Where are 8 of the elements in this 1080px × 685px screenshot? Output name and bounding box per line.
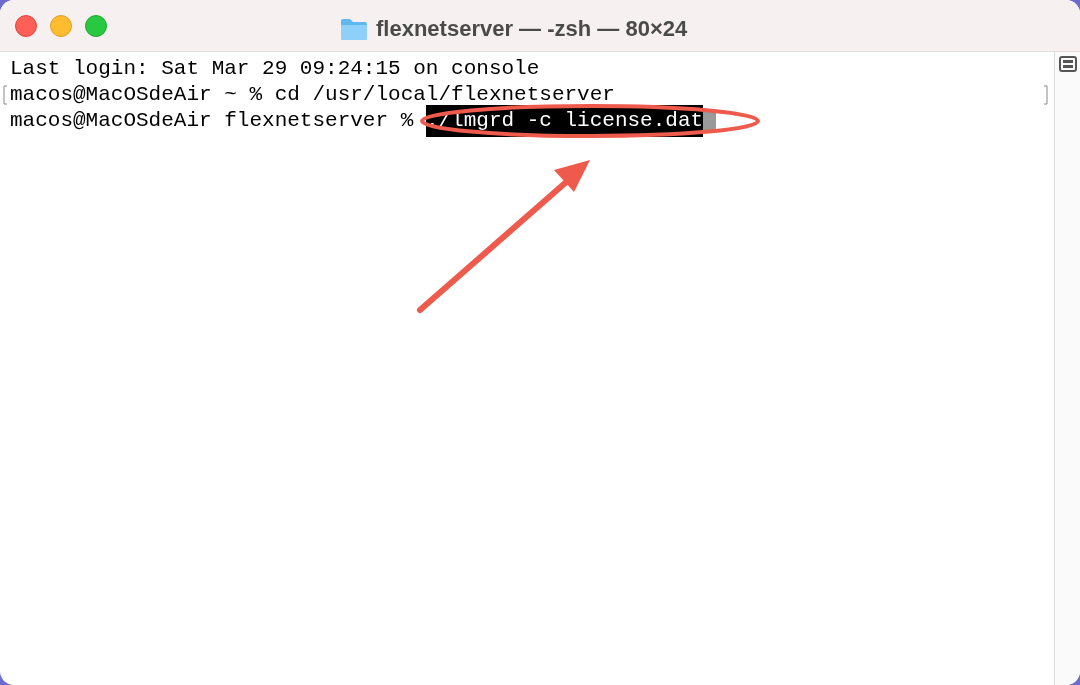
minimize-button[interactable] bbox=[50, 14, 72, 37]
close-button[interactable] bbox=[15, 14, 37, 37]
window-title: flexnetserver — -zsh — 80×24 bbox=[376, 15, 688, 43]
zoom-button[interactable] bbox=[85, 14, 107, 37]
terminal-text: macos@MacOSdeAir flexnetserver % bbox=[10, 108, 415, 135]
terminal-text: Last login: Sat Mar 29 09:24:15 on console bbox=[10, 56, 540, 83]
split-view-icon[interactable] bbox=[1059, 56, 1077, 72]
folder-icon bbox=[340, 16, 368, 41]
